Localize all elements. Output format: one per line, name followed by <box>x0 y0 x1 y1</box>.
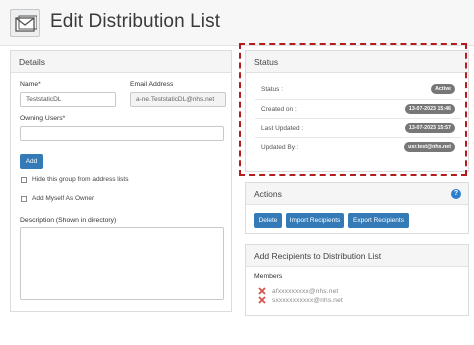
description-textarea[interactable] <box>20 227 224 300</box>
help-icon[interactable]: ? <box>451 189 461 199</box>
recipients-panel: Add Recipients to Distribution List Memb… <box>245 244 469 316</box>
hide-group-checkbox[interactable] <box>21 177 27 183</box>
page-header: Edit Distribution List <box>0 0 474 46</box>
description-label: Description (Shown in directory) <box>20 217 117 224</box>
members-label: Members <box>254 273 283 280</box>
details-panel: Details Name* TeststaticDL Email Address… <box>10 50 232 312</box>
import-recipients-button[interactable]: Import Recipients <box>286 213 344 228</box>
email-label: Email Address <box>130 81 174 88</box>
add-owner-button[interactable]: Add <box>20 154 43 169</box>
hide-group-label: Hide this group from address lists <box>32 176 129 183</box>
status-highlight-box <box>239 43 467 176</box>
details-heading: Details <box>11 51 231 73</box>
owning-users-label: Owning Users* <box>20 115 66 122</box>
envelope-icon <box>10 9 40 37</box>
actions-panel: Actions ? Delete Import Recipients Expor… <box>245 182 469 234</box>
delete-button[interactable]: Delete <box>254 213 282 228</box>
name-label: Name* <box>20 81 41 88</box>
member-item: sxxxxxxxxxxx@nhs.net <box>258 296 343 304</box>
add-myself-checkbox[interactable] <box>21 196 27 202</box>
add-myself-label: Add Myself As Owner <box>32 195 95 202</box>
actions-heading: Actions <box>246 183 468 205</box>
member-email: afxxxxxxxxx@nhs.net <box>272 288 339 295</box>
email-field: a-ne.TeststaticDL@nhs.net <box>130 92 226 107</box>
member-item: afxxxxxxxxx@nhs.net <box>258 287 339 295</box>
remove-x-icon[interactable] <box>258 287 267 296</box>
recipients-heading: Add Recipients to Distribution List <box>246 245 468 267</box>
owning-users-input[interactable] <box>20 126 224 141</box>
name-input[interactable]: TeststaticDL <box>20 92 116 107</box>
page-title: Edit Distribution List <box>50 11 221 32</box>
member-email: sxxxxxxxxxxx@nhs.net <box>272 297 343 304</box>
remove-x-icon[interactable] <box>258 296 267 305</box>
export-recipients-button[interactable]: Export Recipients <box>348 213 409 228</box>
